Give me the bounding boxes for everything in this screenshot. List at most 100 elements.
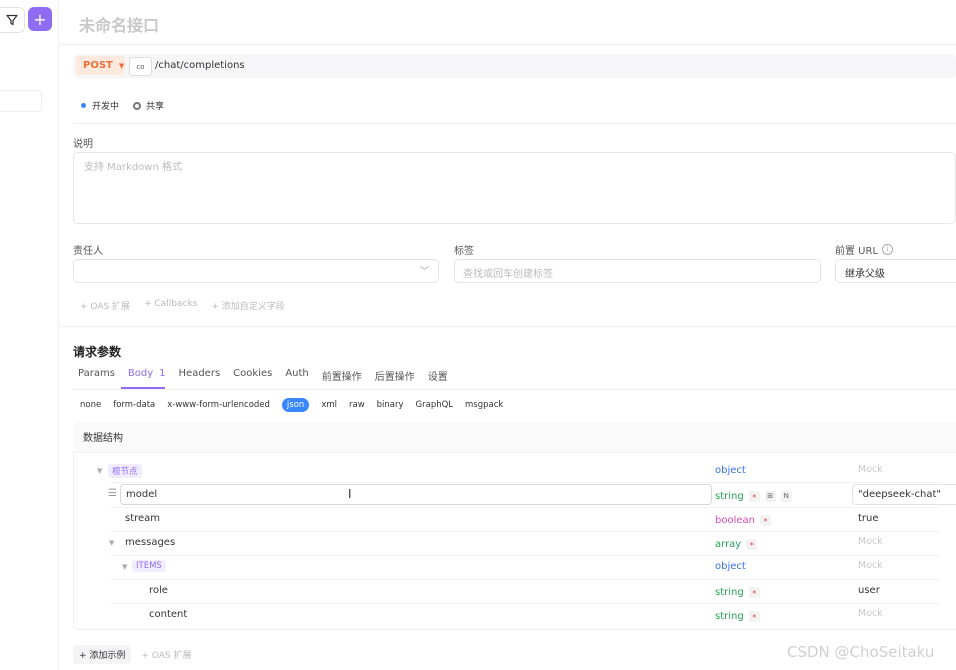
sidebar-search-box[interactable] [0, 90, 42, 112]
field-name: model [126, 489, 158, 500]
mock-input[interactable]: Mock [858, 536, 883, 547]
add-custom-field-link[interactable]: + 添加自定义字段 [211, 299, 284, 312]
add-button[interactable]: + [28, 7, 52, 31]
field-name[interactable]: content [149, 609, 187, 620]
required-icon[interactable]: * [748, 610, 760, 622]
drag-handle-icon[interactable]: ☰ [108, 488, 117, 499]
tab-headers[interactable]: Headers [179, 368, 221, 383]
status-dot-icon [81, 103, 86, 108]
field-type-cell[interactable]: string * ⊞ N [715, 489, 792, 502]
divider [58, 326, 956, 327]
params-tabs: Params Body 1 Headers Cookies Auth 前置操作 后… [78, 368, 448, 383]
mock-input[interactable]: Mock [858, 560, 883, 571]
status-label: 开发中 [92, 102, 120, 112]
mock-input[interactable]: Mock [858, 464, 883, 475]
schema-header [73, 422, 956, 453]
chevron-down-icon: ▼ [118, 61, 125, 70]
field-name[interactable]: stream [125, 513, 160, 524]
share-label: 共享 [146, 102, 165, 112]
required-icon[interactable]: * [748, 490, 760, 502]
row-divider [110, 482, 940, 483]
tags-placeholder: 查找或回车创建标签 [463, 269, 553, 280]
description-input[interactable] [73, 152, 956, 224]
collapse-icon[interactable]: ▼ [97, 467, 102, 475]
row-divider [110, 603, 940, 604]
info-icon[interactable]: i [882, 244, 894, 255]
prefix-url-label-text: 前置 URL [835, 246, 879, 257]
required-icon[interactable]: * [748, 586, 760, 598]
mock-value[interactable]: true [858, 513, 879, 524]
tab-pre-ops[interactable]: 前置操作 [322, 368, 362, 383]
field-name-input[interactable] [120, 484, 712, 505]
tab-body[interactable]: Body 1 [128, 368, 166, 383]
extension-links: + OAS 扩展 + Callbacks + 添加自定义字段 [80, 299, 285, 312]
row-divider [110, 555, 940, 556]
schema-panel [73, 422, 956, 630]
field-type-cell[interactable]: string * [715, 609, 760, 622]
body-type-none[interactable]: none [80, 400, 101, 410]
body-type-urlencoded[interactable]: x-www-form-urlencoded [167, 400, 270, 410]
body-type-msgpack[interactable]: msgpack [465, 400, 503, 410]
divider [73, 389, 956, 390]
body-type-xml[interactable]: xml [321, 400, 337, 410]
method-label: POST [83, 60, 113, 71]
field-type: string [715, 491, 744, 502]
mock-value[interactable]: user [858, 585, 880, 596]
tab-cookies[interactable]: Cookies [233, 368, 272, 383]
add-example-button[interactable]: + 添加示例 [73, 645, 132, 664]
required-icon[interactable]: * [759, 514, 771, 526]
description-placeholder: 支持 Markdown 格式 [84, 162, 182, 173]
filter-icon [6, 14, 18, 26]
status-select[interactable]: 开发中 [81, 99, 119, 112]
collapse-icon[interactable]: ▼ [122, 563, 127, 571]
oas-extension-link[interactable]: + OAS 扩展 [80, 299, 130, 312]
body-type-binary[interactable]: binary [377, 400, 404, 410]
owner-select[interactable] [73, 259, 439, 283]
env-chip[interactable]: co [129, 57, 152, 76]
filter-button[interactable] [0, 7, 25, 33]
tab-post-ops[interactable]: 后置操作 [375, 368, 415, 383]
tab-params[interactable]: Params [78, 368, 115, 383]
field-type-cell[interactable]: boolean * [715, 513, 771, 526]
tab-settings[interactable]: 设置 [428, 368, 448, 383]
field-name[interactable]: role [149, 585, 168, 596]
body-type-form-data[interactable]: form-data [113, 400, 155, 410]
description-label: 说明 [73, 139, 93, 150]
tab-auth[interactable]: Auth [285, 368, 308, 383]
field-type-cell[interactable]: array * [715, 537, 758, 550]
text-cursor-icon: I [348, 487, 352, 501]
body-type-graphql[interactable]: GraphQL [416, 400, 454, 410]
divider [73, 123, 956, 124]
body-type-raw[interactable]: raw [349, 400, 365, 410]
callbacks-link[interactable]: + Callbacks [144, 299, 197, 312]
null-toggle-icon[interactable]: N [780, 490, 792, 502]
field-type: array [715, 539, 742, 550]
url-path-input[interactable]: /chat/completions [155, 60, 245, 71]
field-name[interactable]: messages [125, 537, 175, 548]
chevron-down-icon: ﹀ [420, 267, 430, 277]
method-select[interactable]: POST ▼ [76, 56, 125, 75]
page-title[interactable]: 未命名接口 [79, 12, 159, 36]
schema-title: 数据结构 [83, 433, 123, 444]
prefix-url-label: 前置 URL i [835, 242, 894, 257]
tab-body-count: 1 [159, 368, 166, 379]
field-type: string [715, 587, 744, 598]
field-type-cell[interactable]: string * [715, 585, 760, 598]
collapse-icon[interactable]: ▼ [109, 539, 114, 547]
oas-extension-link[interactable]: + OAS 扩展 [141, 648, 191, 661]
watermark: CSDN @ChoSeitaku [787, 643, 935, 661]
body-type-json[interactable]: json [281, 398, 310, 412]
field-type[interactable]: object [715, 561, 746, 572]
share-toggle[interactable]: 共享 [133, 99, 164, 112]
root-node-label: 根节点 [108, 464, 142, 478]
share-icon [133, 101, 141, 110]
body-type-selector: none form-data x-www-form-urlencoded jso… [80, 398, 503, 412]
settings-icon[interactable]: ⊞ [764, 490, 776, 502]
field-type[interactable]: object [715, 465, 746, 476]
required-icon[interactable]: * [746, 538, 758, 550]
field-type: boolean [715, 515, 755, 526]
row-divider [110, 507, 940, 508]
mock-input[interactable]: Mock [858, 608, 883, 619]
divider [58, 44, 956, 45]
prefix-url-value: 继承父级 [845, 269, 885, 280]
